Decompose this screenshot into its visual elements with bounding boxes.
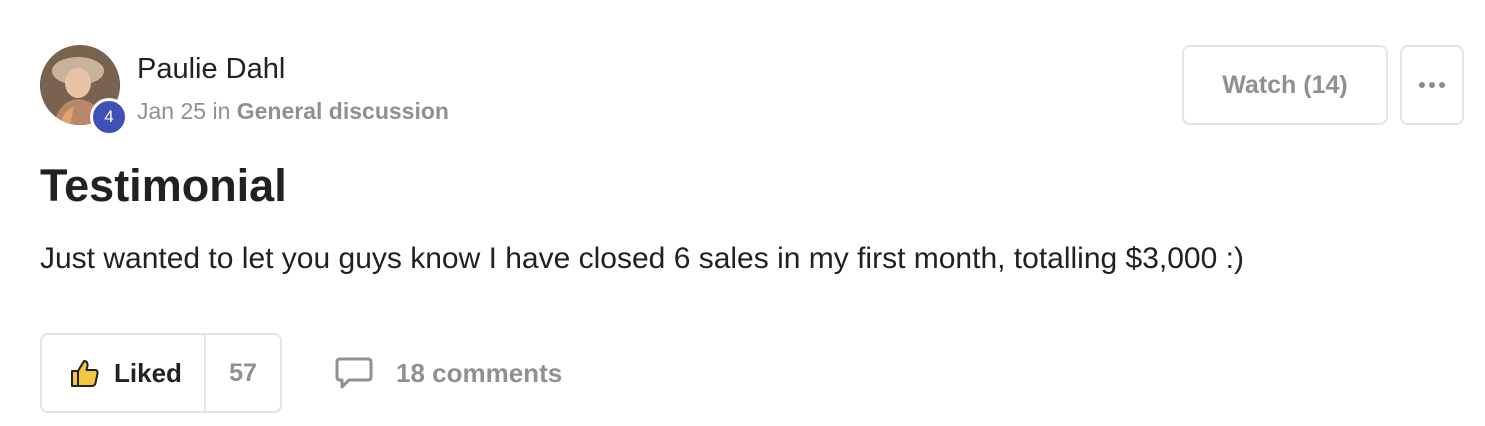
like-group: Liked 57: [40, 333, 282, 413]
author-avatar-wrap[interactable]: 4: [40, 45, 128, 136]
post-body: Just wanted to let you guys know I have …: [40, 242, 1244, 275]
post-date[interactable]: Jan 25: [137, 98, 206, 124]
watch-button[interactable]: Watch (14): [1182, 45, 1388, 125]
ellipsis-icon: [1419, 82, 1445, 88]
comment-bubble-icon: [335, 357, 373, 389]
like-button[interactable]: Liked: [42, 335, 204, 411]
meta-in-word: in: [212, 98, 231, 124]
post-meta: Jan 25 in General discussion: [137, 98, 449, 125]
comments-count-label: 18 comments: [396, 357, 563, 388]
author-name[interactable]: Paulie Dahl: [137, 53, 285, 86]
post-title: Testimonial: [40, 160, 287, 211]
level-badge: 4: [90, 98, 128, 136]
category-link[interactable]: General discussion: [237, 98, 449, 124]
more-options-button[interactable]: [1400, 45, 1464, 125]
like-count[interactable]: 57: [204, 335, 280, 411]
comments-link[interactable]: 18 comments: [334, 353, 562, 393]
thumbs-up-icon: [71, 360, 99, 387]
post-card: 4 Paulie Dahl Jan 25 in General discussi…: [0, 0, 1485, 426]
like-label: Liked: [114, 357, 182, 388]
